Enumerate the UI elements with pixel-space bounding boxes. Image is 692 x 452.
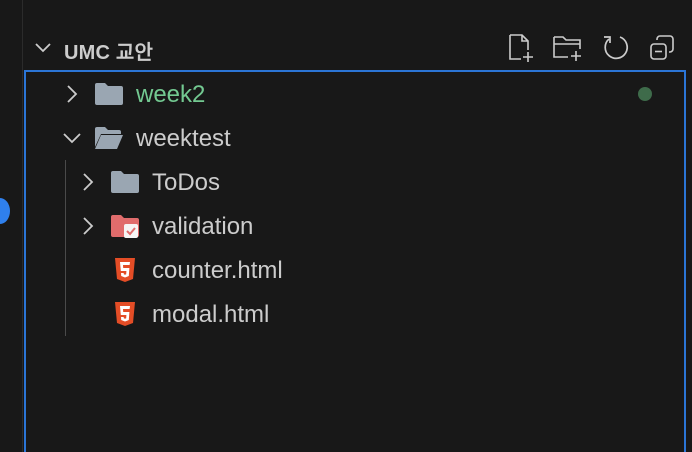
new-folder-button[interactable] bbox=[552, 33, 584, 63]
tree-item-label: weektest bbox=[136, 125, 231, 152]
tree-item-todos[interactable]: ToDos bbox=[26, 160, 684, 204]
chevron-down-icon[interactable] bbox=[62, 128, 82, 148]
tree-item-label: ToDos bbox=[152, 169, 221, 196]
tree-item-weektest[interactable]: weektest bbox=[26, 116, 684, 160]
tree-item-label: validation bbox=[152, 213, 254, 240]
collapse-all-icon bbox=[650, 35, 674, 60]
refresh-button[interactable] bbox=[599, 33, 631, 63]
tree-item-label: week2 bbox=[136, 81, 206, 108]
folder-icon bbox=[95, 83, 123, 105]
new-folder-icon bbox=[553, 36, 581, 61]
chevron-right-icon[interactable] bbox=[78, 172, 98, 192]
new-file-icon bbox=[509, 34, 533, 62]
explorer-section-header[interactable]: UMC 교안 bbox=[23, 24, 692, 70]
tree-item-counter-html[interactable]: counter.html bbox=[26, 248, 684, 292]
left-gutter bbox=[0, 0, 23, 452]
folder-icon bbox=[111, 171, 139, 193]
file-tree: week2 weektest ToDos validation counter.… bbox=[24, 70, 686, 452]
new-file-button[interactable] bbox=[505, 33, 537, 63]
git-status-dot bbox=[638, 87, 652, 101]
chevron-down-icon[interactable] bbox=[33, 38, 53, 58]
chevron-right-icon[interactable] bbox=[62, 84, 82, 104]
html5-icon bbox=[115, 302, 135, 326]
activity-indicator bbox=[0, 198, 10, 224]
section-actions bbox=[505, 33, 678, 63]
html5-icon bbox=[115, 258, 135, 282]
explorer-view: UMC 교안 week2 weektest ToDos validation c… bbox=[0, 0, 692, 452]
chevron-right-icon[interactable] bbox=[78, 216, 98, 236]
refresh-icon bbox=[604, 36, 629, 60]
section-title: UMC 교안 bbox=[64, 42, 154, 64]
tree-item-week2[interactable]: week2 bbox=[26, 72, 684, 116]
tree-item-modal-html[interactable]: modal.html bbox=[26, 292, 684, 336]
validation-folder-icon bbox=[111, 215, 139, 238]
tree-item-label: modal.html bbox=[152, 301, 270, 328]
tree-item-validation[interactable]: validation bbox=[26, 204, 684, 248]
collapse-all-button[interactable] bbox=[646, 33, 678, 63]
folder-open-icon bbox=[95, 127, 123, 149]
tree-item-label: counter.html bbox=[152, 257, 283, 284]
